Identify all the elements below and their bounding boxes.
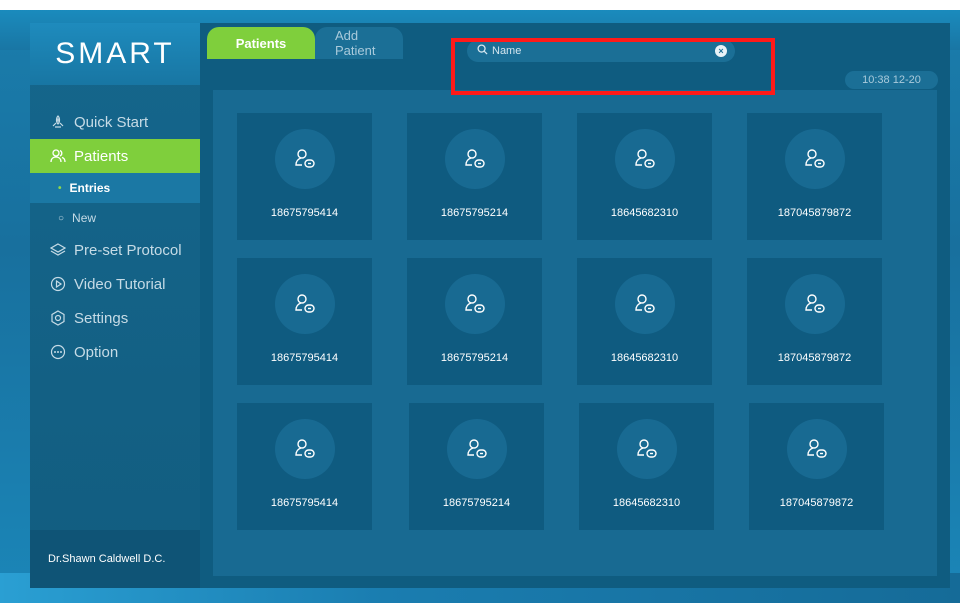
sidebar-item-quick-start[interactable]: Quick Start xyxy=(30,105,200,139)
sidebar-item-label: Settings xyxy=(74,309,129,327)
sidebar-subitem-label: New xyxy=(72,211,97,225)
patient-card[interactable]: 187045879872 xyxy=(747,113,882,240)
patient-id: 18645682310 xyxy=(610,207,679,219)
patient-card[interactable]: 18675795414 xyxy=(237,403,372,530)
patient-avatar-icon xyxy=(274,129,335,189)
rocket-icon xyxy=(50,114,66,130)
patient-card[interactable]: 18675795414 xyxy=(237,113,372,240)
patient-avatar-icon xyxy=(444,274,505,334)
sidebar-subitem-new[interactable]: ○ New xyxy=(30,203,200,233)
sidebar-subitem-label: Entries xyxy=(69,181,111,195)
patient-card[interactable]: 18675795214 xyxy=(409,403,544,530)
users-icon xyxy=(50,148,66,164)
app-logo: SMART xyxy=(30,23,200,85)
layers-icon xyxy=(50,242,66,258)
search-input[interactable] xyxy=(492,45,692,57)
sidebar-menu: Quick Start Patients • Entries ○ New Pre… xyxy=(30,105,200,369)
sidebar-item-settings[interactable]: Settings xyxy=(30,301,200,335)
patient-card[interactable]: 18675795214 xyxy=(407,258,542,385)
bullet-icon: • xyxy=(58,182,62,194)
datetime-display: 10:38 12-20 xyxy=(845,71,938,89)
patient-avatar-icon xyxy=(616,419,677,479)
patient-avatar-icon xyxy=(614,274,675,334)
sidebar-item-label: Pre-set Protocol xyxy=(74,241,182,259)
patient-card[interactable]: 18675795414 xyxy=(237,258,372,385)
sidebar-item-patients[interactable]: Patients xyxy=(30,139,200,173)
search-bar[interactable]: × xyxy=(467,40,735,62)
patient-card[interactable]: 18645682310 xyxy=(577,113,712,240)
sidebar-item-video-tutorial[interactable]: Video Tutorial xyxy=(30,267,200,301)
clear-search-icon[interactable]: × xyxy=(715,45,727,57)
sidebar-item-option[interactable]: Option xyxy=(30,335,200,369)
patient-id: 18645682310 xyxy=(610,352,679,364)
patient-card[interactable]: 18645682310 xyxy=(577,258,712,385)
patient-id: 187045879872 xyxy=(777,207,852,219)
sidebar-subitem-entries[interactable]: • Entries xyxy=(30,173,200,203)
patient-id: 18675795414 xyxy=(270,207,339,219)
patient-avatar-icon xyxy=(444,129,505,189)
tab-bar: Patients Add Patient xyxy=(207,27,403,59)
patient-card[interactable]: 187045879872 xyxy=(747,258,882,385)
patient-id: 18675795214 xyxy=(440,207,509,219)
patient-id: 18675795214 xyxy=(442,497,511,509)
patient-grid: 18675795414 18675795214 18645682310 1870… xyxy=(213,90,937,576)
tab-add-patient[interactable]: Add Patient xyxy=(315,27,403,59)
patient-card[interactable]: 18675795214 xyxy=(407,113,542,240)
patient-avatar-icon xyxy=(784,129,845,189)
patient-avatar-icon xyxy=(274,274,335,334)
play-circle-icon xyxy=(50,276,66,292)
sidebar-item-preset-protocol[interactable]: Pre-set Protocol xyxy=(30,233,200,267)
patient-id: 18675795414 xyxy=(270,497,339,509)
tab-patients[interactable]: Patients xyxy=(207,27,315,59)
patient-avatar-icon xyxy=(784,274,845,334)
search-icon xyxy=(477,44,488,58)
circle-bullet-icon: ○ xyxy=(58,212,65,224)
sidebar-item-label: Patients xyxy=(74,147,129,165)
sidebar-item-label: Quick Start xyxy=(74,113,149,131)
patient-card[interactable]: 187045879872 xyxy=(749,403,884,530)
patient-card[interactable]: 18645682310 xyxy=(579,403,714,530)
patient-avatar-icon xyxy=(786,419,847,479)
patient-id: 18645682310 xyxy=(612,497,681,509)
more-circle-icon xyxy=(50,344,66,360)
patient-avatar-icon xyxy=(614,129,675,189)
sidebar-item-label: Option xyxy=(74,343,119,361)
patient-avatar-icon xyxy=(446,419,507,479)
doctor-name: Dr.Shawn Caldwell D.C. xyxy=(30,530,200,588)
sidebar: SMART Quick Start Patients • Entries ○ N xyxy=(30,23,200,588)
patient-id: 18675795214 xyxy=(440,352,509,364)
patient-id: 187045879872 xyxy=(779,497,854,509)
patient-id: 18675795414 xyxy=(270,352,339,364)
patient-id: 187045879872 xyxy=(777,352,852,364)
sidebar-item-label: Video Tutorial xyxy=(74,275,166,293)
patient-avatar-icon xyxy=(274,419,335,479)
gear-icon xyxy=(50,310,66,326)
